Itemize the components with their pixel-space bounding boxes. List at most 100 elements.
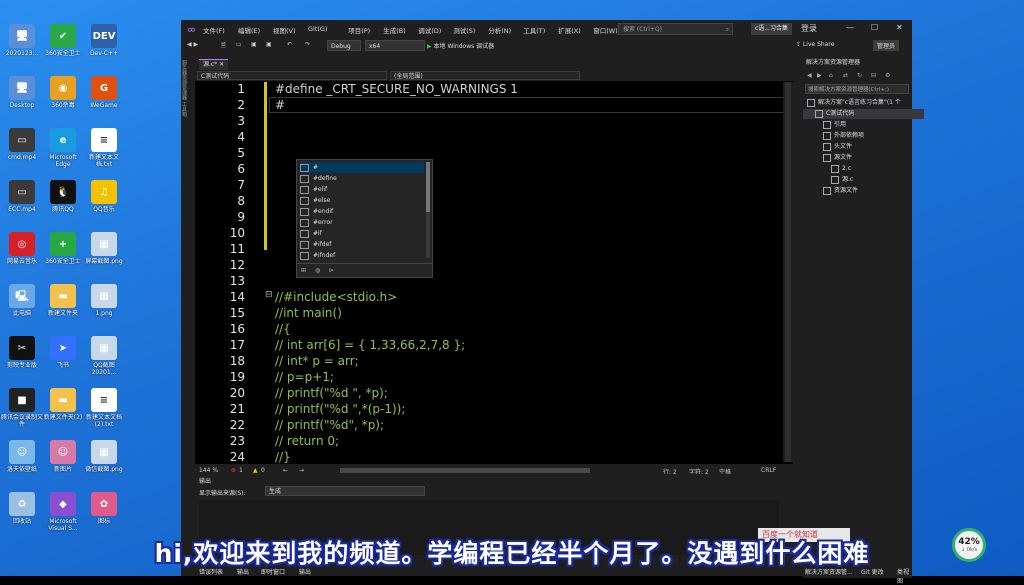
desktop-icon[interactable]: 🐧 腾讯QQ <box>41 180 85 220</box>
menu-item[interactable]: 窗口(W) <box>593 25 618 35</box>
save-icon[interactable]: ▣ <box>251 41 257 48</box>
solution-node[interactable]: 解决方案"c语言练习合集"(1 个 <box>803 98 901 108</box>
intellisense-item[interactable]: #define <box>300 173 337 184</box>
menu-item[interactable]: 调试(D) <box>418 25 441 35</box>
menu-item[interactable]: Git(G) <box>308 25 328 33</box>
home-icon[interactable]: ⌂ <box>829 72 833 79</box>
desktop-icon[interactable]: G WeGame <box>82 76 126 116</box>
popup-scroll-thumb[interactable] <box>426 162 430 212</box>
account-link[interactable]: 登录 <box>801 23 817 34</box>
refresh-icon[interactable]: ↻ <box>857 72 862 79</box>
horizontal-scroll-thumb[interactable] <box>340 468 590 473</box>
intellisense-item[interactable]: #else <box>300 195 330 206</box>
filter-icon[interactable]: ⊳ <box>329 267 334 274</box>
forward-icon[interactable]: ▶ <box>817 72 822 79</box>
platform-select[interactable]: x64 <box>365 40 425 51</box>
switch-view-icon[interactable]: ⇄ <box>843 72 848 79</box>
desktop-icon[interactable]: ≡ 新建文本文档(2).txt <box>82 388 126 428</box>
desktop-icon[interactable]: ▦ 微信截图.png <box>82 440 126 480</box>
menu-item[interactable]: 文件(F) <box>203 25 225 35</box>
maximize-button[interactable]: ☐ <box>871 23 878 32</box>
left-tool-strip[interactable]: 服务器资源管理器 工具箱 <box>181 56 195 496</box>
desktop-icon[interactable]: ➤ 飞书 <box>41 336 85 376</box>
menu-item[interactable]: 项目(P) <box>348 25 370 35</box>
collapse-all-icon[interactable]: ⊟ <box>871 72 876 79</box>
solution-node[interactable]: 2.c <box>803 164 851 174</box>
intellisense-item[interactable]: #ifndef <box>300 250 335 261</box>
error-count[interactable]: 1 <box>239 467 243 474</box>
project-nav-select[interactable]: C测试代码 <box>197 71 387 80</box>
popup-scrollbar[interactable] <box>426 162 430 258</box>
undo-icon[interactable]: ↶ <box>287 41 292 48</box>
warning-count[interactable]: 0 <box>261 467 265 474</box>
back-icon[interactable]: ◀ ▶ <box>187 41 198 48</box>
menu-item[interactable]: 工具(T) <box>523 25 545 35</box>
desktop-icon[interactable]: ▬ 新建文件夹 <box>41 284 85 324</box>
desktop-icon[interactable]: ▭ cmd.mp4 <box>0 128 44 168</box>
solution-node[interactable]: 资源文件 <box>803 186 858 196</box>
next-icon[interactable]: → <box>299 467 304 474</box>
output-source-select[interactable]: 生成 <box>265 486 425 496</box>
desktop-icon[interactable]: ☺ 洛天依壁纸 <box>0 440 44 480</box>
prev-icon[interactable]: ← <box>283 467 288 474</box>
desktop-icon[interactable]: DEV Dev-C++ <box>82 24 126 64</box>
desktop-icon[interactable]: ■ 腾讯会议录制文件 <box>0 388 44 428</box>
open-folder-icon[interactable]: ▭ <box>236 41 242 48</box>
run-button[interactable]: ▶ 本地 Windows 调试器 <box>427 41 494 50</box>
desktop-icon[interactable]: ◆ Microsoft Visual S... <box>41 492 85 532</box>
redo-icon[interactable]: ↷ <box>305 41 310 48</box>
desktop-icon[interactable]: ▦ 屏幕截图.png <box>82 232 126 272</box>
filter-icon[interactable]: ⊞ <box>301 267 306 274</box>
menu-item[interactable]: 扩展(X) <box>558 25 581 35</box>
desktop-icon[interactable]: 🖥 Desktop <box>0 76 44 116</box>
intellisense-popup[interactable]: # #define #elif #else #endif #error #if #ifdef #… <box>296 159 433 278</box>
solution-node[interactable]: 引用 <box>803 120 846 130</box>
close-tab-icon[interactable]: ✕ <box>219 61 224 68</box>
zoom-level[interactable]: 144 % <box>199 467 218 474</box>
desktop-icon[interactable]: +360安全卫士 <box>41 232 85 272</box>
tab-source-file[interactable]: 源.c* ✕ <box>199 59 229 70</box>
code-editor[interactable]: 源.c* ✕ C测试代码 (全局范围) 1 2 3 4 5 6 7 8 9 10 11 12 13 14 1… <box>195 58 793 478</box>
solution-node[interactable]: 源.c <box>803 175 853 185</box>
live-share-button[interactable]: ⇪ Live Share <box>796 41 834 48</box>
search-box[interactable]: 搜索 (Ctrl+Q) ⌕ <box>618 23 733 35</box>
desktop-icon[interactable]: ✔ 360安全卫士 <box>41 24 85 64</box>
back-icon[interactable]: ◀ <box>807 72 812 79</box>
solution-search-input[interactable]: 搜索解决方案资源管理器(Ctrl+;) <box>805 84 909 94</box>
project-badge[interactable]: c语...习合集 <box>751 23 793 35</box>
menu-item[interactable]: 视图(V) <box>273 25 296 35</box>
scope-nav-select[interactable]: (全局范围) <box>390 71 580 80</box>
intellisense-item[interactable]: #ifdef <box>300 239 331 250</box>
desktop-icon[interactable]: ◉ 360杀毒 <box>41 76 85 116</box>
desktop-icon[interactable]: ✂ 剪映专业版 <box>0 336 44 376</box>
desktop-icon[interactable]: ✿ 图标 <box>82 492 126 532</box>
solution-node[interactable]: 源文件 <box>803 153 852 163</box>
desktop-icon[interactable]: ▦ 1.png <box>82 284 126 324</box>
desktop-icon[interactable]: ◎ 网易云音乐 <box>0 232 44 272</box>
solution-node[interactable]: 头文件 <box>803 142 852 152</box>
menu-item[interactable]: 分析(N) <box>488 25 511 35</box>
solution-node[interactable]: 外部依赖项 <box>803 131 864 141</box>
collapse-icon[interactable]: ⊟ <box>265 290 273 300</box>
intellisense-item[interactable]: #if <box>300 228 322 239</box>
menu-item[interactable]: 编辑(E) <box>238 25 260 35</box>
desktop-icon[interactable]: 🖥 2020123... <box>0 24 44 64</box>
intellisense-item[interactable]: # <box>300 162 424 173</box>
menu-item[interactable]: 测试(S) <box>453 25 475 35</box>
desktop-icon[interactable]: ▬ 新建文件夹(2) <box>41 388 85 428</box>
save-all-icon[interactable]: ▣ <box>266 41 272 48</box>
intellisense-item[interactable]: #elif <box>300 184 327 195</box>
desktop-icon[interactable]: ▦ QQ截图20201... <box>82 336 126 376</box>
desktop-icon[interactable]: ▭ ECC.mp4 <box>0 180 44 220</box>
desktop-icon[interactable]: e Microsoft Edge <box>41 128 85 168</box>
intellisense-item[interactable]: #endif <box>300 206 333 217</box>
desktop-icon[interactable]: ♫ QQ音乐 <box>82 180 126 220</box>
scroll-thumb[interactable] <box>785 82 791 462</box>
intellisense-item[interactable]: #error <box>300 217 333 228</box>
code-area[interactable]: 1 2 3 4 5 6 7 8 9 10 11 12 13 14 15 16 17 18 19 20 21 22 23 24 #… <box>195 82 793 464</box>
new-file-icon[interactable]: 🗎 <box>221 41 226 51</box>
solution-node[interactable]: C测试代码 <box>803 109 924 119</box>
configuration-select[interactable]: Debug <box>327 40 361 51</box>
vertical-scrollbar[interactable] <box>783 82 793 462</box>
filter-icon[interactable]: ◍ <box>315 267 320 274</box>
